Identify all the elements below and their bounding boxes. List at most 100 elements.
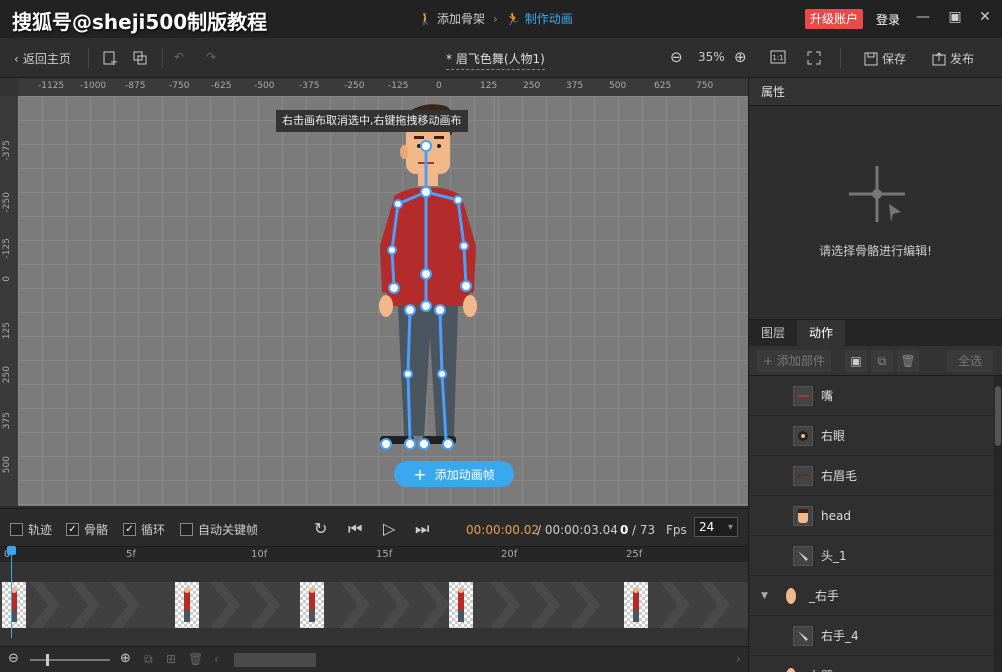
layer-thumbnail xyxy=(793,385,813,406)
copy-frame-icon[interactable]: ⧉ xyxy=(144,652,153,667)
timeline-track[interactable] xyxy=(0,562,748,646)
watermark: 搜狐号@sheji500制版教程 xyxy=(12,10,268,34)
layer-item[interactable]: 嘴 xyxy=(749,376,995,416)
layer-item[interactable]: ▼右臂 xyxy=(749,656,995,672)
layer-scrollbar[interactable] xyxy=(994,376,1002,672)
fps-select[interactable]: 24 ▾ xyxy=(694,517,738,537)
ruler-corner xyxy=(0,78,18,96)
ruler-tick-label: -500 xyxy=(254,81,275,91)
document-title[interactable]: * 眉飞色舞(人物1) xyxy=(446,50,545,70)
layer-name: 右手_4 xyxy=(821,629,859,643)
expand-arrow-icon[interactable]: ▼ xyxy=(761,591,781,601)
upgrade-account-button[interactable]: 升级账户 xyxy=(805,9,864,29)
login-button[interactable]: 登录 xyxy=(876,11,900,28)
canvas[interactable] xyxy=(18,96,748,506)
chevron-left-icon[interactable]: ‹ xyxy=(214,652,219,666)
new-file-icon[interactable] xyxy=(102,50,118,66)
replay-icon[interactable]: ↻ xyxy=(314,519,327,538)
chevron-left-icon: ‹ xyxy=(14,51,19,66)
vertical-ruler: -375 -250 -125 0 125 250 375 500 xyxy=(0,96,18,506)
properties-panel: 请选择骨骼进行编辑! xyxy=(749,106,1002,320)
check-icon: ✓ xyxy=(66,523,79,536)
publish-button[interactable]: 发布 xyxy=(932,50,974,67)
ruler-tick-label: -125 xyxy=(2,238,12,259)
layer-list: 嘴右眼右眉毛 head 头_1 ▼ _右手右手_4 ▼右臂 xyxy=(749,376,995,672)
keyframe-thumbnail[interactable] xyxy=(449,582,473,628)
timeline-zoom-slider[interactable] xyxy=(30,654,110,666)
auto-keyframe-checkbox[interactable]: 自动关键帧 xyxy=(180,521,258,538)
delete-icon[interactable]: 🗑 xyxy=(897,350,919,372)
ruler-tick-label: -1000 xyxy=(80,81,107,91)
layer-item[interactable]: 右眉毛 xyxy=(749,456,995,496)
image-icon[interactable]: ▣ xyxy=(845,350,867,372)
minimize-icon[interactable]: — xyxy=(914,8,932,26)
layer-item[interactable]: 头_1 xyxy=(749,536,995,576)
zoom-out-icon[interactable]: ⊖ xyxy=(670,48,683,66)
publish-icon xyxy=(932,51,946,65)
loop-checkbox[interactable]: ✓ 循环 xyxy=(123,521,165,538)
layer-thumbnail xyxy=(793,425,813,446)
layer-name: 右臂 xyxy=(809,667,833,672)
zoom-in-icon[interactable]: ⊕ xyxy=(734,48,747,66)
copy-icon[interactable]: ⧉ xyxy=(871,350,893,372)
playhead[interactable] xyxy=(7,546,16,638)
ruler-tick-label: 125 xyxy=(480,81,498,91)
layer-name: 嘴 xyxy=(821,389,834,403)
check-icon: ✓ xyxy=(123,523,136,536)
character-with-skeleton[interactable] xyxy=(18,96,748,506)
layer-name: 头_1 xyxy=(821,549,847,563)
timeline-scrollbar[interactable] xyxy=(234,653,316,667)
previous-frame-icon[interactable]: ⏮ xyxy=(348,519,362,539)
step-make-animation[interactable]: 🏃 制作动画 xyxy=(506,10,573,27)
layer-item[interactable]: ▼ _右手 xyxy=(749,576,995,616)
layer-item[interactable]: head xyxy=(749,496,995,536)
chevron-down-icon: ▾ xyxy=(727,521,733,533)
layer-toolbar: + 添加部件 ▣ ⧉ 🗑 全选 xyxy=(749,346,1002,376)
tab-actions[interactable]: 动作 xyxy=(797,320,845,346)
trail-checkbox[interactable]: 轨迹 xyxy=(10,521,52,538)
ruler-tick-label: 375 xyxy=(566,81,584,91)
layer-item[interactable]: 右眼 xyxy=(749,416,995,456)
play-icon[interactable]: ▷ xyxy=(383,519,395,538)
keyframe-thumbnail[interactable] xyxy=(624,582,648,628)
layer-thumbnail xyxy=(793,545,813,566)
delete-frame-icon[interactable]: 🗑 xyxy=(188,652,203,666)
zoom-in-icon[interactable]: ⊕ xyxy=(120,651,131,666)
zoom-out-icon[interactable]: ⊖ xyxy=(8,651,19,666)
paste-frame-icon[interactable]: ⊞ xyxy=(166,652,176,666)
keyframe-thumbnail[interactable] xyxy=(300,582,324,628)
keyframe-thumbnail[interactable] xyxy=(175,582,199,628)
keyframe-thumbnail[interactable] xyxy=(2,582,26,628)
current-time: 00:00:00.02 xyxy=(466,523,539,537)
layer-name: 右眼 xyxy=(821,429,846,443)
layer-item[interactable]: 右手_4 xyxy=(749,616,995,656)
redo-icon[interactable]: ↷ xyxy=(206,50,216,64)
ruler-tick-label: 250 xyxy=(2,366,12,384)
ruler-tick-label: -750 xyxy=(169,81,190,91)
workflow-steps: 🚶 添加骨架 › 🏃 制作动画 xyxy=(418,10,573,27)
ruler-tick-label: -1125 xyxy=(38,81,65,91)
properties-tip: 请选择骨骼进行编辑! xyxy=(819,244,932,258)
add-part-button[interactable]: + 添加部件 xyxy=(757,350,831,372)
layer-thumbnail xyxy=(793,505,813,526)
actual-size-icon[interactable]: 1:1 xyxy=(770,50,786,64)
fullscreen-icon[interactable] xyxy=(806,50,822,66)
add-animation-frame-button[interactable]: + 添加动画帧 xyxy=(394,461,514,487)
step-add-skeleton[interactable]: 🚶 添加骨架 xyxy=(418,10,485,27)
ruler-tick-label: 125 xyxy=(2,322,12,340)
chevron-right-icon[interactable]: › xyxy=(736,652,741,666)
bones-checkbox[interactable]: ✓ 骨骼 xyxy=(66,521,108,538)
undo-icon[interactable]: ↶ xyxy=(174,50,184,64)
next-frame-icon[interactable]: ⏭ xyxy=(415,519,429,539)
panel-tabs: 图层 动作 xyxy=(749,320,1002,346)
close-icon[interactable]: ✕ xyxy=(976,8,994,26)
save-button[interactable]: 保存 xyxy=(864,50,906,67)
tab-layers[interactable]: 图层 xyxy=(749,320,797,346)
maximize-icon[interactable]: ▣ xyxy=(946,8,964,26)
timeline-zoom-bar: ⊖ ⊕ ⧉ ⊞ 🗑 ‹ › xyxy=(0,646,748,672)
timeline-ruler[interactable]: 0 5f 10f 15f 20f 25f xyxy=(0,546,748,562)
horizontal-ruler: -1125 -1000 -875 -750 -625 -500 -375 -250 -125 12… xyxy=(18,78,748,96)
select-all-button[interactable]: 全选 xyxy=(947,350,993,372)
copy-icon[interactable] xyxy=(132,50,148,66)
back-home-button[interactable]: ‹ 返回主页 xyxy=(14,50,71,67)
